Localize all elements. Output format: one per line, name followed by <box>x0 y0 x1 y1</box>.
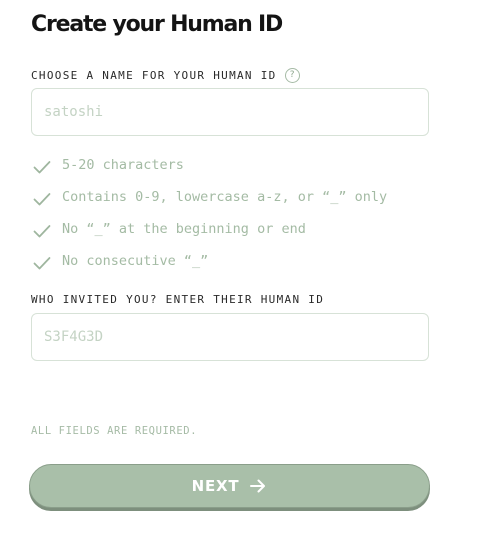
name-field-label-text: CHOOSE A NAME FOR YOUR HUMAN ID <box>31 69 277 82</box>
check-icon <box>33 161 51 174</box>
next-button[interactable]: NEXT <box>29 464 430 508</box>
required-note: ALL FIELDS ARE REQUIRED. <box>31 425 198 437</box>
rule-text: 5-20 characters <box>62 157 184 173</box>
rule-text: No “_” at the beginning or end <box>62 221 306 237</box>
invite-field-label: WHO INVITED YOU? ENTER THEIR HUMAN ID <box>31 293 324 306</box>
name-field-label: CHOOSE A NAME FOR YOUR HUMAN ID ? <box>31 68 300 83</box>
rule-text: Contains 0-9, lowercase a-z, or “_” only <box>62 189 388 205</box>
page-title: Create your Human ID <box>31 12 283 37</box>
rule-item: No consecutive “_” <box>32 247 387 279</box>
invite-field-label-text: WHO INVITED YOU? ENTER THEIR HUMAN ID <box>31 293 325 306</box>
arrow-right-icon <box>250 479 266 493</box>
check-icon <box>33 257 51 270</box>
check-icon <box>33 225 51 238</box>
invite-input-container <box>31 313 429 361</box>
rule-item: Contains 0-9, lowercase a-z, or “_” only <box>32 183 387 215</box>
invite-input[interactable] <box>44 329 428 345</box>
help-icon[interactable]: ? <box>284 68 300 83</box>
check-icon <box>33 193 51 206</box>
next-button-label: NEXT <box>191 477 240 495</box>
name-input-container <box>31 88 429 136</box>
rule-text: No consecutive “_” <box>62 253 209 269</box>
rule-item: No “_” at the beginning or end <box>32 215 387 247</box>
validation-rules: 5-20 characters Contains 0-9, lowercase … <box>32 151 387 279</box>
name-input[interactable] <box>44 104 428 120</box>
rule-item: 5-20 characters <box>32 151 387 183</box>
